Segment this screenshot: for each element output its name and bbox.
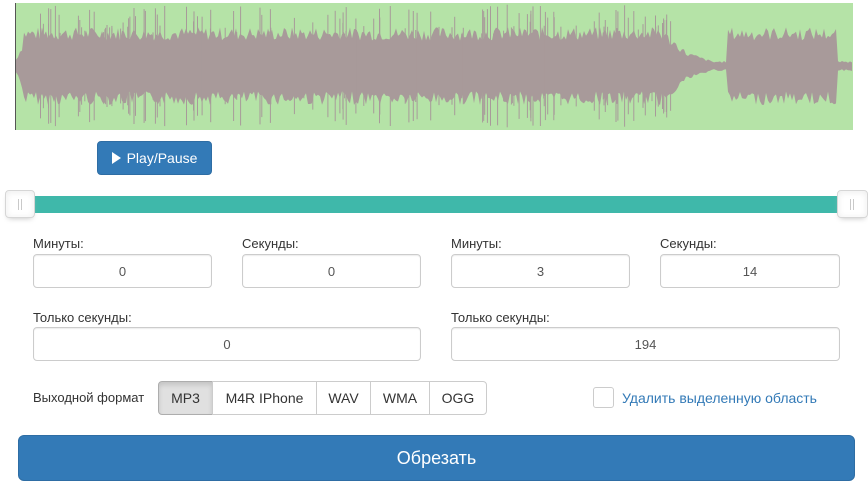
range-end-handle[interactable]: [837, 190, 868, 218]
output-format-group: MP3 M4R IPhone WAV WMA OGG: [158, 381, 487, 415]
end-total-seconds-label: Только секунды:: [451, 310, 550, 325]
format-wav-button[interactable]: WAV: [316, 381, 371, 415]
end-seconds-input[interactable]: [660, 254, 840, 288]
play-pause-label: Play/Pause: [126, 150, 198, 166]
range-slider-track[interactable]: [18, 196, 852, 213]
end-minutes-input[interactable]: [451, 254, 630, 288]
start-total-seconds-label: Только секунды:: [33, 310, 132, 325]
format-mp3-button[interactable]: MP3: [158, 381, 213, 415]
end-minutes-label: Минуты:: [451, 236, 502, 251]
start-seconds-input[interactable]: [242, 254, 421, 288]
waveform-graphic: [16, 4, 852, 128]
delete-region-checkbox[interactable]: [593, 387, 614, 408]
delete-region-label[interactable]: Удалить выделенную область: [622, 390, 817, 406]
format-m4r-button[interactable]: M4R IPhone: [212, 381, 317, 415]
play-icon: [111, 152, 121, 164]
start-total-seconds-input[interactable]: [33, 327, 421, 361]
end-seconds-label: Секунды:: [660, 236, 717, 251]
start-seconds-label: Секунды:: [242, 236, 299, 251]
format-ogg-button[interactable]: OGG: [429, 381, 487, 415]
start-minutes-label: Минуты:: [33, 236, 84, 251]
format-wma-button[interactable]: WMA: [370, 381, 430, 415]
start-minutes-input[interactable]: [33, 254, 212, 288]
play-pause-button[interactable]: Play/Pause: [97, 141, 212, 175]
waveform-display[interactable]: [15, 3, 853, 130]
waveform-shape: [16, 27, 852, 106]
end-total-seconds-input[interactable]: [451, 327, 840, 361]
range-start-handle[interactable]: [5, 190, 35, 218]
output-format-label: Выходной формат: [33, 390, 145, 405]
cut-button[interactable]: Обрезать: [18, 435, 855, 481]
